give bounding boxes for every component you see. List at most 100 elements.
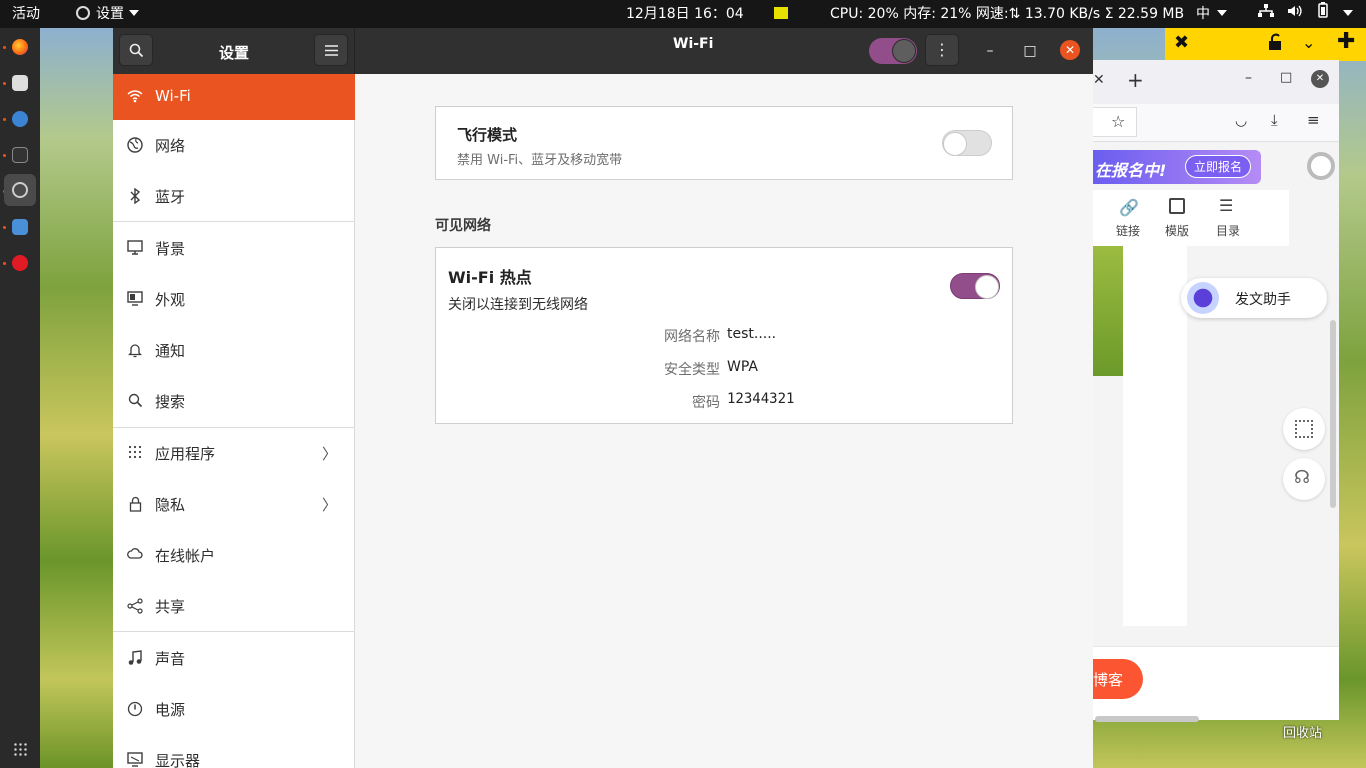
- airplane-mode-switch[interactable]: [942, 130, 992, 156]
- help-icon[interactable]: [12, 111, 28, 127]
- download-icon[interactable]: ⤓: [1271, 111, 1278, 129]
- sidebar-item-power[interactable]: 电源: [113, 686, 355, 732]
- browser-page: 在报名中! 立即报名 🔗 链接 模版 ☰ 目录 发文助手 ☊ 博客: [1073, 142, 1339, 720]
- primary-menu-button[interactable]: [314, 34, 348, 66]
- bluetooth-icon: [127, 187, 143, 205]
- caret-down-icon: [1343, 10, 1353, 16]
- airplane-mode-row: 飞行模式 禁用 Wi-Fi、蓝牙及移动宽带: [435, 106, 1013, 180]
- battery-icon[interactable]: [1317, 0, 1329, 28]
- security-label: 安全类型: [664, 362, 720, 378]
- template-icon[interactable]: [1169, 198, 1185, 214]
- firefox-icon[interactable]: [12, 39, 28, 55]
- visible-networks-heading: 可见网络: [435, 218, 491, 234]
- wifi-menu-button[interactable]: ⋮: [925, 34, 959, 66]
- tool-toc[interactable]: 目录: [1216, 222, 1240, 239]
- show-apps-icon[interactable]: [13, 742, 27, 756]
- maximize-icon[interactable]: □: [1280, 70, 1292, 85]
- sidebar: Wi-Fi 网络 蓝牙 背景 外观 通知 搜索 应用程序 〉 隐私 〉 在线帐户…: [113, 74, 355, 768]
- star-icon[interactable]: ☆: [1111, 112, 1125, 131]
- pocket-icon[interactable]: ◡: [1235, 113, 1247, 129]
- notes-indicator[interactable]: [774, 0, 788, 28]
- sidebar-item-online-accounts[interactable]: 在线帐户: [113, 532, 355, 578]
- sidebar-item-displays[interactable]: 显示器: [113, 737, 355, 768]
- sidebar-item-applications[interactable]: 应用程序 〉: [113, 430, 355, 476]
- sidebar-item-network[interactable]: 网络: [113, 122, 355, 168]
- link-icon[interactable]: 🔗: [1119, 198, 1139, 217]
- power-icon: [127, 701, 143, 717]
- terminal-icon[interactable]: [12, 147, 28, 163]
- page-title: Wi-Fi: [673, 36, 714, 52]
- maximize-button[interactable]: □: [1019, 40, 1041, 62]
- monitor-icon: [127, 240, 143, 256]
- settings-icon[interactable]: [12, 182, 28, 198]
- wifi-master-toggle[interactable]: [869, 38, 917, 64]
- power-menu-caret[interactable]: [1338, 0, 1353, 28]
- support-button[interactable]: ☊: [1283, 458, 1325, 500]
- search-button[interactable]: [119, 34, 153, 66]
- sidebar-item-label: 电源: [155, 701, 186, 719]
- sidebar-item-appearance[interactable]: 外观: [113, 276, 355, 322]
- minimize-button[interactable]: –: [979, 40, 1001, 62]
- input-method[interactable]: 中: [1196, 0, 1210, 28]
- sidebar-item-sound[interactable]: 声音: [113, 635, 355, 681]
- hotspot-subtitle: 关闭以连接到无线网络: [448, 297, 588, 313]
- files-icon[interactable]: [12, 75, 28, 91]
- music-icon: [127, 650, 143, 666]
- minimize-icon[interactable]: –: [1245, 70, 1252, 86]
- hamburger-menu-icon[interactable]: ≡: [1307, 111, 1320, 129]
- header-bar: 设置 Wi-Fi ⋮ – □ ✕: [113, 28, 1093, 74]
- unlock-icon[interactable]: [1267, 33, 1281, 50]
- sidebar-item-label: 在线帐户: [155, 547, 216, 565]
- close-x-icon[interactable]: ✖: [1174, 32, 1189, 53]
- network-icon[interactable]: [1258, 0, 1274, 28]
- sidebar-item-notifications[interactable]: 通知: [113, 327, 355, 373]
- screenshot-icon[interactable]: [12, 219, 28, 235]
- horizontal-scrollbar[interactable]: [1095, 716, 1199, 722]
- sidebar-item-label: Wi-Fi: [155, 87, 191, 105]
- password-label: 密码: [692, 395, 720, 411]
- tool-template[interactable]: 模版: [1165, 222, 1189, 239]
- qr-code-button[interactable]: [1283, 408, 1325, 450]
- toc-icon[interactable]: ☰: [1219, 196, 1233, 215]
- signup-button[interactable]: 立即报名: [1185, 155, 1252, 178]
- sidebar-title: 设置: [219, 44, 250, 62]
- app-menu[interactable]: 设置: [76, 0, 139, 28]
- chevron-down-icon[interactable]: ⌄: [1302, 33, 1315, 52]
- sidebar-item-background[interactable]: 背景: [113, 225, 355, 271]
- bell-icon: [127, 342, 143, 358]
- update-icon[interactable]: [12, 255, 28, 271]
- app-menu-label: 设置: [96, 6, 124, 22]
- volume-icon[interactable]: [1287, 0, 1303, 28]
- tab-close-icon[interactable]: ✕: [1093, 72, 1105, 88]
- sidebar-item-label: 网络: [155, 137, 186, 155]
- scrollbar[interactable]: [1330, 320, 1336, 508]
- sidebar-item-search[interactable]: 搜索: [113, 378, 355, 424]
- settings-window: 设置 Wi-Fi ⋮ – □ ✕ Wi-Fi 网络 蓝牙 背景 外观 通知 搜索…: [113, 28, 1093, 768]
- globe-icon: [127, 137, 143, 153]
- system-monitor[interactable]: CPU: 20% 内存: 21% 网速:⇅ 13.70 KB/s Σ 22.59…: [830, 0, 1184, 28]
- sidebar-item-sharing[interactable]: 共享: [113, 583, 355, 629]
- new-tab-icon[interactable]: +: [1127, 68, 1144, 92]
- sidebar-item-label: 声音: [155, 650, 186, 668]
- clock[interactable]: 12月18日 16：04: [626, 0, 744, 28]
- qr-icon: [1295, 420, 1313, 438]
- plus-icon[interactable]: ✚: [1337, 29, 1355, 54]
- sidebar-item-wifi[interactable]: Wi-Fi: [113, 74, 355, 120]
- sidebar-item-bluetooth[interactable]: 蓝牙: [113, 173, 355, 219]
- close-button[interactable]: ✕: [1060, 40, 1080, 60]
- hotspot-panel: Wi-Fi 热点 关闭以连接到无线网络 网络名称 test..... 安全类型 …: [435, 247, 1013, 424]
- writing-assistant[interactable]: 发文助手: [1181, 278, 1327, 318]
- assistant-label: 发文助手: [1235, 292, 1291, 308]
- sidebar-item-label: 应用程序: [155, 445, 216, 463]
- hotspot-switch[interactable]: [950, 273, 1000, 299]
- event-banner[interactable]: 在报名中! 立即报名: [1093, 150, 1261, 184]
- browser-close-icon[interactable]: ✕: [1311, 70, 1329, 88]
- tool-link[interactable]: 链接: [1116, 222, 1140, 239]
- yellow-toolbar: ✖ ⌄ ✚: [1165, 28, 1366, 61]
- caret-down-icon: [129, 10, 139, 16]
- trash-label[interactable]: 回收站: [1283, 722, 1322, 741]
- sidebar-divider: [113, 631, 355, 632]
- url-bar-end[interactable]: ☆: [1093, 107, 1137, 137]
- sidebar-item-privacy[interactable]: 隐私 〉: [113, 481, 355, 527]
- activities-button[interactable]: 活动: [12, 0, 40, 28]
